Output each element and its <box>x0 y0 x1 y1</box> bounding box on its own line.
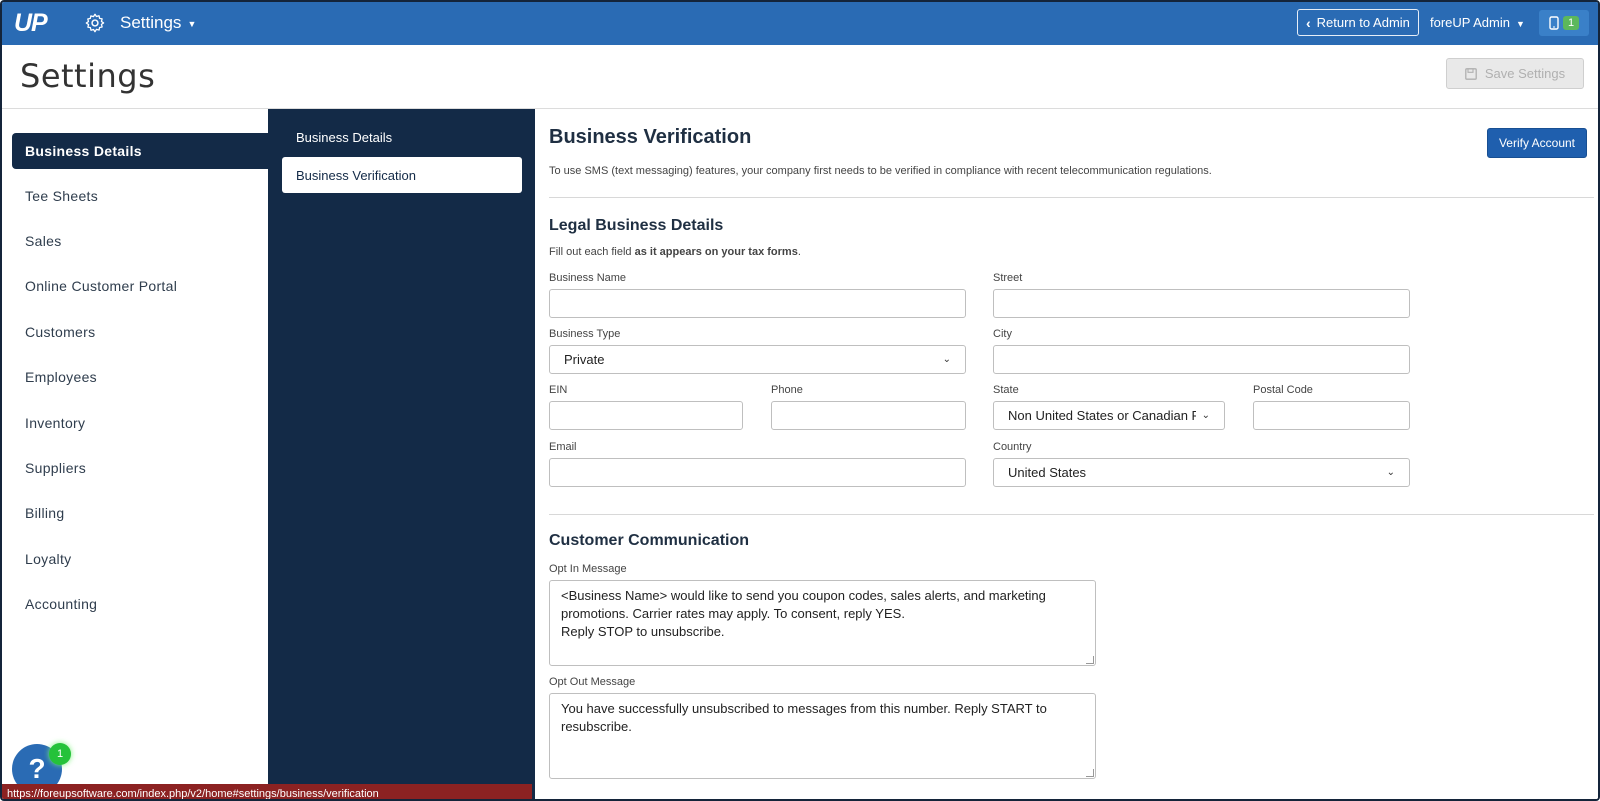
hint-text: Fill out each field <box>549 246 635 258</box>
opt-out-message-textarea[interactable]: You have successfully unsubscribed to me… <box>549 693 1096 779</box>
chevron-down-icon: ⌄ <box>1201 410 1210 421</box>
sidebar-item-accounting[interactable]: Accounting <box>12 586 268 622</box>
app-window: UP Settings ▼ ‹ Return to Admin foreUP Ad… <box>0 0 1600 801</box>
ein-input[interactable] <box>549 401 743 430</box>
state-label: State <box>993 384 1019 396</box>
sidebar-item-label: Customers <box>25 324 96 340</box>
sidebar-item-employees[interactable]: Employees <box>12 359 268 395</box>
save-settings-label: Save Settings <box>1484 66 1566 81</box>
resize-handle[interactable] <box>1086 769 1094 777</box>
chevron-down-icon: ⌄ <box>1386 467 1395 478</box>
street-input[interactable] <box>993 289 1410 318</box>
top-bar: UP Settings ▼ ‹ Return to Admin foreUP Ad… <box>2 2 1598 45</box>
legal-details-hint: Fill out each field as it appears on you… <box>549 246 801 258</box>
page-title: Settings <box>20 57 156 95</box>
state-value: Non United States or Canadian Re <box>1008 408 1196 423</box>
sidebar-item-label: Tee Sheets <box>25 188 99 204</box>
country-label: Country <box>993 441 1032 453</box>
phone-label: Phone <box>771 384 803 396</box>
business-type-value: Private <box>564 352 605 367</box>
ein-label: EIN <box>549 384 568 396</box>
verification-title: Business Verification <box>549 126 752 148</box>
floppy-disk-icon <box>1465 67 1477 80</box>
postal-code-label: Postal Code <box>1253 384 1313 396</box>
sidebar-item-inventory[interactable]: Inventory <box>12 405 268 441</box>
subnav-item-business-verification[interactable]: Business Verification <box>282 157 522 193</box>
sidebar-item-label: Billing <box>25 505 65 521</box>
settings-menu[interactable]: Settings ▼ <box>120 13 196 33</box>
country-value: United States <box>1008 465 1087 480</box>
sidebar-item-loyalty[interactable]: Loyalty <box>12 541 268 577</box>
caret-down-icon: ▼ <box>187 18 197 29</box>
verification-description: To use SMS (text messaging) features, yo… <box>549 165 1212 177</box>
settings-menu-label: Settings <box>120 13 182 32</box>
hint-emphasis: as it appears on your tax forms <box>634 246 798 258</box>
divider <box>549 197 1594 198</box>
city-input[interactable] <box>993 345 1410 374</box>
sidebar-item-suppliers[interactable]: Suppliers <box>12 450 268 486</box>
sidebar-item-customers[interactable]: Customers <box>12 314 268 350</box>
sidebar-item-tee-sheets[interactable]: Tee Sheets <box>12 178 268 214</box>
opt-in-label: Opt In Message <box>549 563 627 575</box>
business-subnav: Business Details Business Verification <box>268 109 535 799</box>
caret-down-icon: ▼ <box>1515 18 1525 29</box>
notification-count-badge: 1 <box>1562 16 1580 30</box>
link-status-bar: https://foreupsoftware.com/index.php/v2/… <box>2 784 532 799</box>
sidebar-item-label: Employees <box>25 369 97 385</box>
user-menu[interactable]: foreUP Admin ▼ <box>1430 15 1525 30</box>
sidebar-item-label: Suppliers <box>25 460 87 476</box>
business-type-label: Business Type <box>549 328 621 340</box>
sidebar-item-online-customer-portal[interactable]: Online Customer Portal <box>12 268 268 304</box>
gear-icon[interactable] <box>84 12 106 34</box>
return-to-admin-button[interactable]: ‹ Return to Admin <box>1297 9 1419 36</box>
email-label: Email <box>549 441 577 453</box>
subnav-item-business-details[interactable]: Business Details <box>282 119 522 155</box>
sidebar-item-label: Loyalty <box>25 551 72 567</box>
subnav-item-label: Business Verification <box>296 167 416 183</box>
verify-account-button[interactable]: Verify Account <box>1487 128 1587 158</box>
opt-in-message-text: <Business Name> would like to send you c… <box>561 588 1046 639</box>
business-name-input[interactable] <box>549 289 966 318</box>
subnav-item-label: Business Details <box>296 129 393 145</box>
sidebar-item-label: Business Details <box>25 143 142 159</box>
return-to-admin-label: Return to Admin <box>1316 15 1410 30</box>
page-header: Settings Save Settings <box>2 45 1598 109</box>
chevron-left-icon: ‹ <box>1306 14 1311 31</box>
country-select[interactable]: United States ⌄ <box>993 458 1410 487</box>
customer-communication-title: Customer Communication <box>549 532 750 549</box>
foreup-logo[interactable]: UP <box>14 9 48 38</box>
chevron-down-icon: ⌄ <box>942 354 951 365</box>
sidebar-item-billing[interactable]: Billing <box>12 495 268 531</box>
sidebar-item-label: Sales <box>25 233 62 249</box>
notifications-button[interactable]: 1 <box>1539 10 1589 36</box>
opt-in-message-textarea[interactable]: <Business Name> would like to send you c… <box>549 580 1096 666</box>
settings-sidebar: Business Details Tee Sheets Sales Online… <box>2 109 268 799</box>
legal-details-title: Legal Business Details <box>549 217 724 234</box>
sidebar-item-sales[interactable]: Sales <box>12 223 268 259</box>
sidebar-item-label: Online Customer Portal <box>25 278 178 294</box>
street-label: Street <box>993 272 1023 284</box>
business-name-label: Business Name <box>549 272 627 284</box>
resize-handle[interactable] <box>1086 656 1094 664</box>
business-type-select[interactable]: Private ⌄ <box>549 345 966 374</box>
sidebar-item-business-details[interactable]: Business Details <box>12 133 268 169</box>
state-select[interactable]: Non United States or Canadian Re ⌄ <box>993 401 1225 430</box>
save-settings-button[interactable]: Save Settings <box>1446 58 1584 89</box>
opt-out-message-text: You have successfully unsubscribed to me… <box>561 701 1047 734</box>
sidebar-item-label: Accounting <box>25 596 98 612</box>
divider <box>549 514 1594 515</box>
opt-out-label: Opt Out Message <box>549 676 636 688</box>
phone-icon <box>1549 16 1559 30</box>
email-input[interactable] <box>549 458 966 487</box>
user-menu-label: foreUP Admin <box>1430 15 1510 30</box>
sidebar-item-label: Inventory <box>25 415 86 431</box>
verification-panel: Business Verification Verify Account To … <box>535 109 1598 799</box>
help-notification-badge: 1 <box>49 743 71 765</box>
postal-code-input[interactable] <box>1253 401 1410 430</box>
city-label: City <box>993 328 1012 340</box>
hint-text: . <box>797 246 801 258</box>
phone-input[interactable] <box>771 401 966 430</box>
